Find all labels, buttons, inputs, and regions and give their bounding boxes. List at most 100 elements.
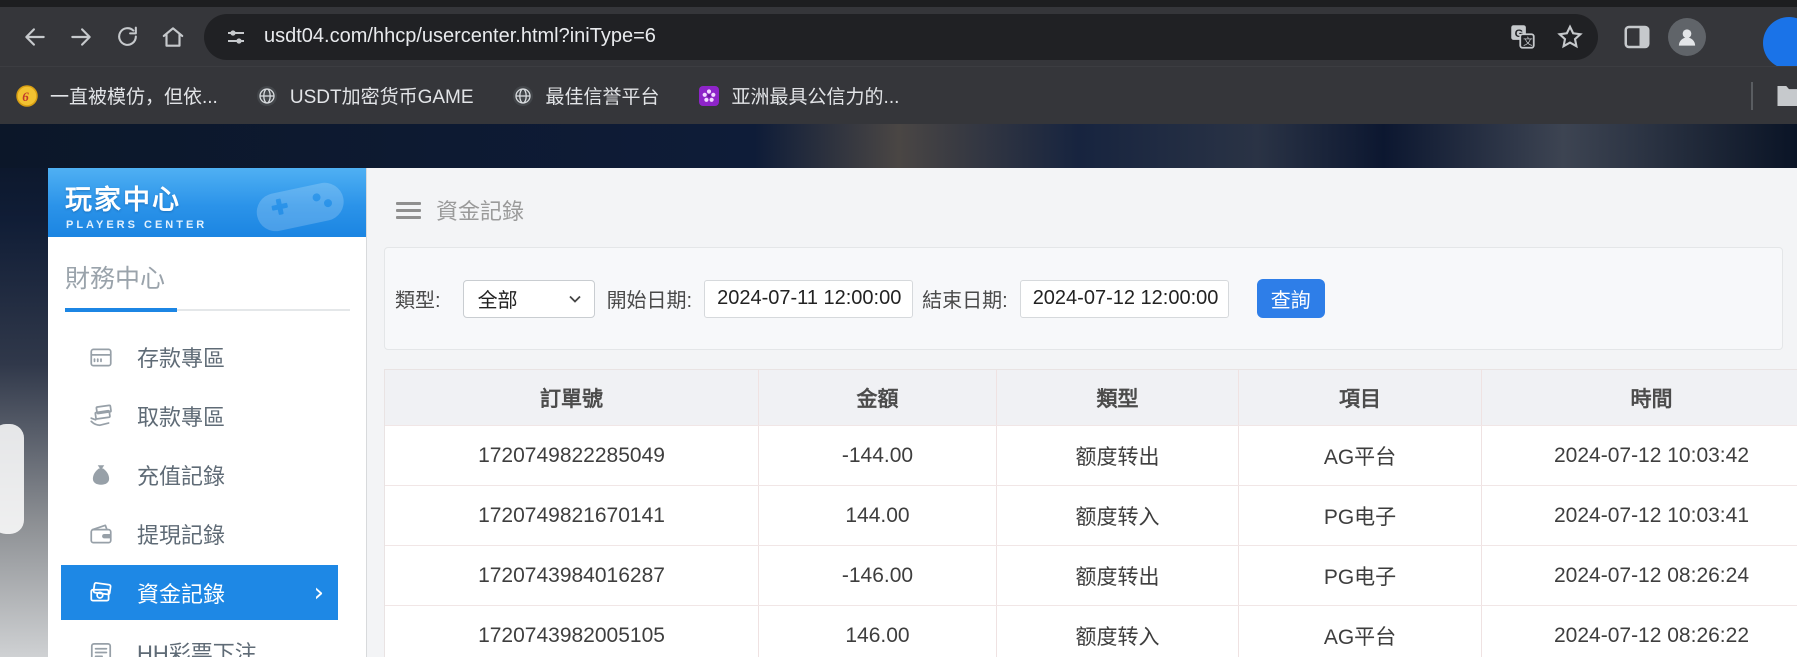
table-cell: 额度转入 [996,486,1238,545]
sidebar-item-deposit-zone[interactable]: 存款專區 [48,327,366,386]
type-select-value: 全部 [477,290,518,312]
withdraw-hand-icon [88,403,114,429]
section-underline [65,308,350,312]
table-cell: AG平台 [1238,426,1481,485]
profile-button[interactable] [1668,17,1706,56]
table-cell: 1720743984016287 [478,563,665,587]
sidebar-item-label: 充值記錄 [137,463,226,489]
end-date-label: 結束日期: [922,290,1008,312]
banner-image [0,124,1797,168]
bookmark-star-icon[interactable] [1556,23,1584,51]
start-date-input[interactable] [704,279,914,318]
table-row: 1720749822285049 -144.00 额度转出 AG平台 2024-07-1… [385,425,1797,485]
sidebar-item-label: 資金記錄 [137,581,226,607]
sidebar-item-label: 存款專區 [137,345,226,371]
bookmark-item[interactable]: USDT加密货币GAME [256,82,474,109]
svg-text:¥: ¥ [97,472,103,483]
funds-records-table: 訂單號 金額 類型 項目 時間 1720749822285049 -144.00 额度转出 A… [384,369,1797,657]
account-badge[interactable] [1763,17,1797,69]
table-cell: 2024-07-12 08:26:24 [1481,546,1797,605]
sidebar-item-funds-records[interactable]: 資金記錄 › [61,565,338,620]
bookmark-label: 亚洲最具公信力的... [731,87,900,108]
forward-button[interactable] [58,14,104,60]
svg-text:文: 文 [1523,36,1533,48]
end-date-input[interactable] [1019,279,1229,318]
money-bag-icon: ¥ [88,462,114,488]
table-cell: PG电子 [1238,486,1481,545]
sidebar-item-label: HH彩票下注 [137,640,257,657]
globe-favicon [512,85,534,107]
other-bookmarks-folder-icon[interactable] [1775,83,1797,109]
table-header-row: 訂單號 金額 類型 項目 時間 [385,370,1797,425]
table-cell: PG电子 [1238,546,1481,605]
wallet-icon [88,521,114,547]
table-body: 1720749822285049 -144.00 额度转出 AG平台 2024-07-1… [385,425,1797,657]
reload-button[interactable] [104,14,150,60]
start-date-label: 開始日期: [606,290,693,312]
back-button[interactable] [12,14,58,60]
translate-icon[interactable]: G 文 [1509,23,1536,50]
bookmark-item[interactable]: 亚洲最具公信力的... [698,82,900,109]
sidebar-section-title: 財務中心 [65,265,166,293]
search-button[interactable]: 查詢 [1256,279,1325,318]
table-header-cell: 金額 [758,370,996,425]
table-header-cell: 訂單號 [540,387,603,411]
main-content: 資金記錄 類型: 全部 開始日期: 結束日期: 查詢 訂單號 金額類型項目時間 1… [366,168,1797,657]
table-row: 1720743982005105 146.00 额度转入 AG平台 2024-07-12… [385,605,1797,657]
table-cell: -144.00 [758,426,996,485]
svg-text:6: 6 [22,89,29,104]
purple-flower-favicon [698,85,720,107]
site-info-tune-icon[interactable] [224,25,248,49]
list-icon [88,639,114,657]
sidebar-item-withdrawal-records[interactable]: 提現記錄 [48,504,366,563]
bookmark-item[interactable]: 6 一直被模仿，但依... [16,82,218,109]
table-row: 1720749821670141 144.00 额度转入 PG电子 2024-07-12… [385,485,1797,545]
home-icon [162,26,184,47]
person-icon [1678,28,1696,46]
globe-favicon [256,85,278,107]
filter-panel: 類型: 全部 開始日期: 結束日期: 查詢 [384,247,1783,350]
sidebar-item-withdraw-zone[interactable]: 取款專區 [48,386,366,445]
sidebar-header: 玩家中心 PLAYERS CENTER [48,168,366,237]
browser-toolbar: usdt04.com/hhcp/usercenter.html?iniType=… [0,7,1797,69]
sidebar-item-recharge-records[interactable]: ¥ 充值記錄 [48,445,366,504]
table-header-cell: 項目 [1238,370,1481,425]
table-cell: 1720743982005105 [478,623,665,647]
bookmark-label: 一直被模仿，但依... [50,87,218,108]
table-cell: 2024-07-12 10:03:42 [1481,426,1797,485]
table-cell: 2024-07-12 08:26:22 [1481,606,1797,657]
type-select[interactable]: 全部 [462,279,595,318]
web-page: 玩家中心 PLAYERS CENTER 財務中心 存款專區取款專區 ¥ 充值記錄提現… [0,124,1797,657]
home-button[interactable] [150,14,196,60]
table-cell: 额度转入 [996,606,1238,657]
table-cell: 2024-07-12 10:03:41 [1481,486,1797,545]
table-row: 1720743984016287 -146.00 额度转出 PG电子 2024-07-1… [385,545,1797,605]
bookmark-label: USDT加密货币GAME [289,87,474,108]
table-cell: 1720749822285049 [478,443,665,467]
table-cell: 144.00 [758,486,996,545]
type-label: 類型: [395,290,441,312]
player-center-sidebar: 玩家中心 PLAYERS CENTER 財務中心 存款專區取款專區 ¥ 充值記錄提現… [48,168,366,657]
window-top-strip [0,0,1797,7]
url-text[interactable]: usdt04.com/hhcp/usercenter.html?iniType=… [264,25,656,48]
page-title: 資金記錄 [436,199,525,224]
side-panel-button[interactable] [1622,22,1652,52]
background-photo-highlight [0,424,24,534]
bookmark-label: 最佳信誉平台 [545,87,660,108]
chevron-down-icon [568,295,581,303]
table-cell: 额度转出 [996,546,1238,605]
sidebar-menu: 存款專區取款專區 ¥ 充值記錄提現記錄資金記錄 › HH彩票下注 [48,327,366,657]
page-title-row: 資金記錄 [396,194,1797,226]
back-arrow-icon [25,27,45,46]
table-cell: -146.00 [758,546,996,605]
banknotes-icon [88,580,114,606]
sidebar-item-hh-lottery-bets[interactable]: HH彩票下注 [48,622,366,657]
bookmark-item[interactable]: 最佳信誉平台 [512,82,660,109]
chevron-right-icon: › [313,577,324,608]
bookmarks-bar: 6 一直被模仿，但依... USDT加密货币GAME 最佳信誉平台 亚洲最具公信力的..… [0,66,1797,124]
reload-icon [117,26,137,46]
gold-coin-favicon: 6 [16,84,38,107]
address-bar[interactable]: usdt04.com/hhcp/usercenter.html?iniType=… [204,13,1598,60]
deposit-card-icon [88,344,114,370]
hamburger-icon [396,201,421,219]
